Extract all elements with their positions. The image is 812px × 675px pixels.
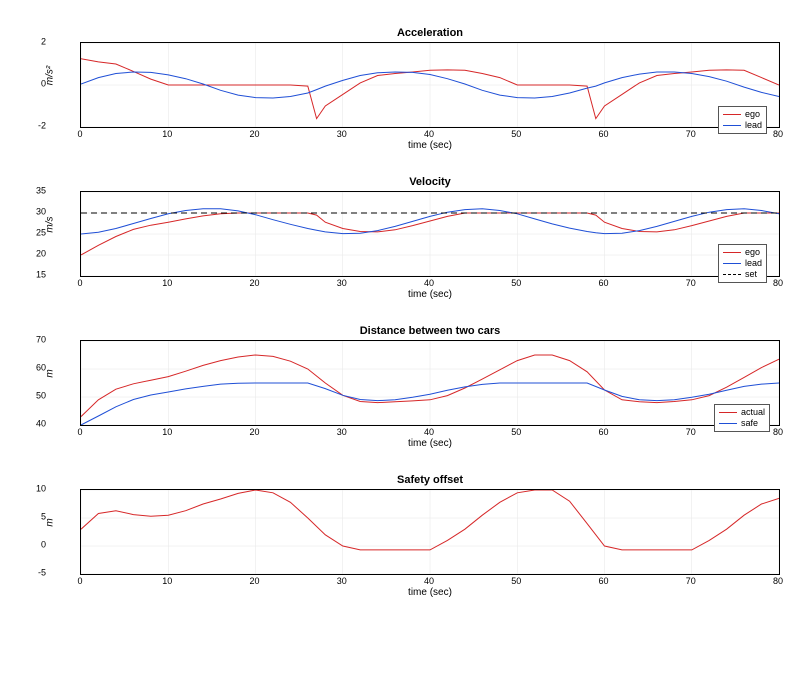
ytick: 0 [16, 80, 46, 89]
ytick: 5 [16, 513, 46, 522]
ytick: 40 [16, 420, 46, 429]
xtick: 20 [240, 577, 270, 586]
xtick: 0 [65, 577, 95, 586]
legend-entry: lead [723, 120, 762, 131]
xtick: 30 [327, 279, 357, 288]
xtick: 0 [65, 428, 95, 437]
ytick: 30 [16, 208, 46, 217]
axes-2 [80, 191, 780, 277]
ytick: 60 [16, 364, 46, 373]
xtick: 40 [414, 130, 444, 139]
ylabel-2: m/s [45, 185, 56, 265]
legend-3: actualsafe [714, 404, 770, 432]
xtick: 80 [763, 130, 793, 139]
legend-swatch [719, 423, 737, 424]
plot-svg-3 [81, 341, 779, 425]
xtick: 10 [152, 279, 182, 288]
ytick: 25 [16, 229, 46, 238]
plot-svg-1 [81, 43, 779, 127]
legend-1: egolead [718, 106, 767, 134]
xtick: 30 [327, 130, 357, 139]
xtick: 10 [152, 577, 182, 586]
xtick: 70 [676, 428, 706, 437]
xtick: 30 [327, 428, 357, 437]
axes-1 [80, 42, 780, 128]
legend-label: actual [741, 407, 765, 418]
legend-entry: lead [723, 258, 762, 269]
ytick: 0 [16, 541, 46, 550]
ytick: 15 [16, 271, 46, 280]
legend-entry: ego [723, 247, 762, 258]
xtick: 40 [414, 279, 444, 288]
ytick: 35 [16, 187, 46, 196]
ytick: 2 [16, 38, 46, 47]
xtick: 80 [763, 279, 793, 288]
xtick: 20 [240, 130, 270, 139]
legend-swatch [719, 412, 737, 413]
ytick: -2 [16, 122, 46, 131]
legend-swatch [723, 114, 741, 115]
legend-label: lead [745, 258, 762, 269]
xtick: 20 [240, 279, 270, 288]
legend-label: ego [745, 109, 760, 120]
axes-3 [80, 340, 780, 426]
xtick: 60 [589, 428, 619, 437]
ylabel-1: m/s² [45, 36, 56, 116]
xtick: 70 [676, 130, 706, 139]
legend-swatch [723, 125, 741, 126]
legend-swatch [723, 274, 741, 275]
legend-2: egoleadset [718, 244, 767, 283]
chart-title-4: Safety offset [80, 474, 780, 486]
xtick: 40 [414, 428, 444, 437]
chart-title-3: Distance between two cars [80, 325, 780, 337]
xtick: 50 [501, 130, 531, 139]
xtick: 10 [152, 428, 182, 437]
xtick: 60 [589, 130, 619, 139]
xtick: 50 [501, 428, 531, 437]
ytick: -5 [16, 569, 46, 578]
xtick: 50 [501, 279, 531, 288]
xtick: 60 [589, 279, 619, 288]
xtick: 50 [501, 577, 531, 586]
legend-entry: ego [723, 109, 762, 120]
axes-4 [80, 489, 780, 575]
plot-svg-4 [81, 490, 779, 574]
ytick: 20 [16, 250, 46, 259]
xtick: 0 [65, 130, 95, 139]
chart-title-1: Acceleration [80, 27, 780, 39]
xtick: 70 [676, 577, 706, 586]
xtick: 80 [763, 577, 793, 586]
legend-swatch [723, 252, 741, 253]
xtick: 60 [589, 577, 619, 586]
xtick: 20 [240, 428, 270, 437]
xtick: 0 [65, 279, 95, 288]
legend-label: set [745, 269, 757, 280]
legend-label: lead [745, 120, 762, 131]
xtick: 10 [152, 130, 182, 139]
chart-title-2: Velocity [80, 176, 780, 188]
legend-entry: set [723, 269, 762, 280]
legend-label: ego [745, 247, 760, 258]
legend-entry: safe [719, 418, 765, 429]
legend-label: safe [741, 418, 758, 429]
xtick: 40 [414, 577, 444, 586]
ytick: 50 [16, 392, 46, 401]
ylabel-3: m [45, 334, 56, 414]
xtick: 70 [676, 279, 706, 288]
legend-swatch [723, 263, 741, 264]
ytick: 10 [16, 485, 46, 494]
figure: Acceleration m/s² time (sec) -202 010203… [0, 0, 812, 675]
ylabel-4: m [45, 483, 56, 563]
plot-svg-2 [81, 192, 779, 276]
xtick: 30 [327, 577, 357, 586]
legend-entry: actual [719, 407, 765, 418]
ytick: 70 [16, 336, 46, 345]
